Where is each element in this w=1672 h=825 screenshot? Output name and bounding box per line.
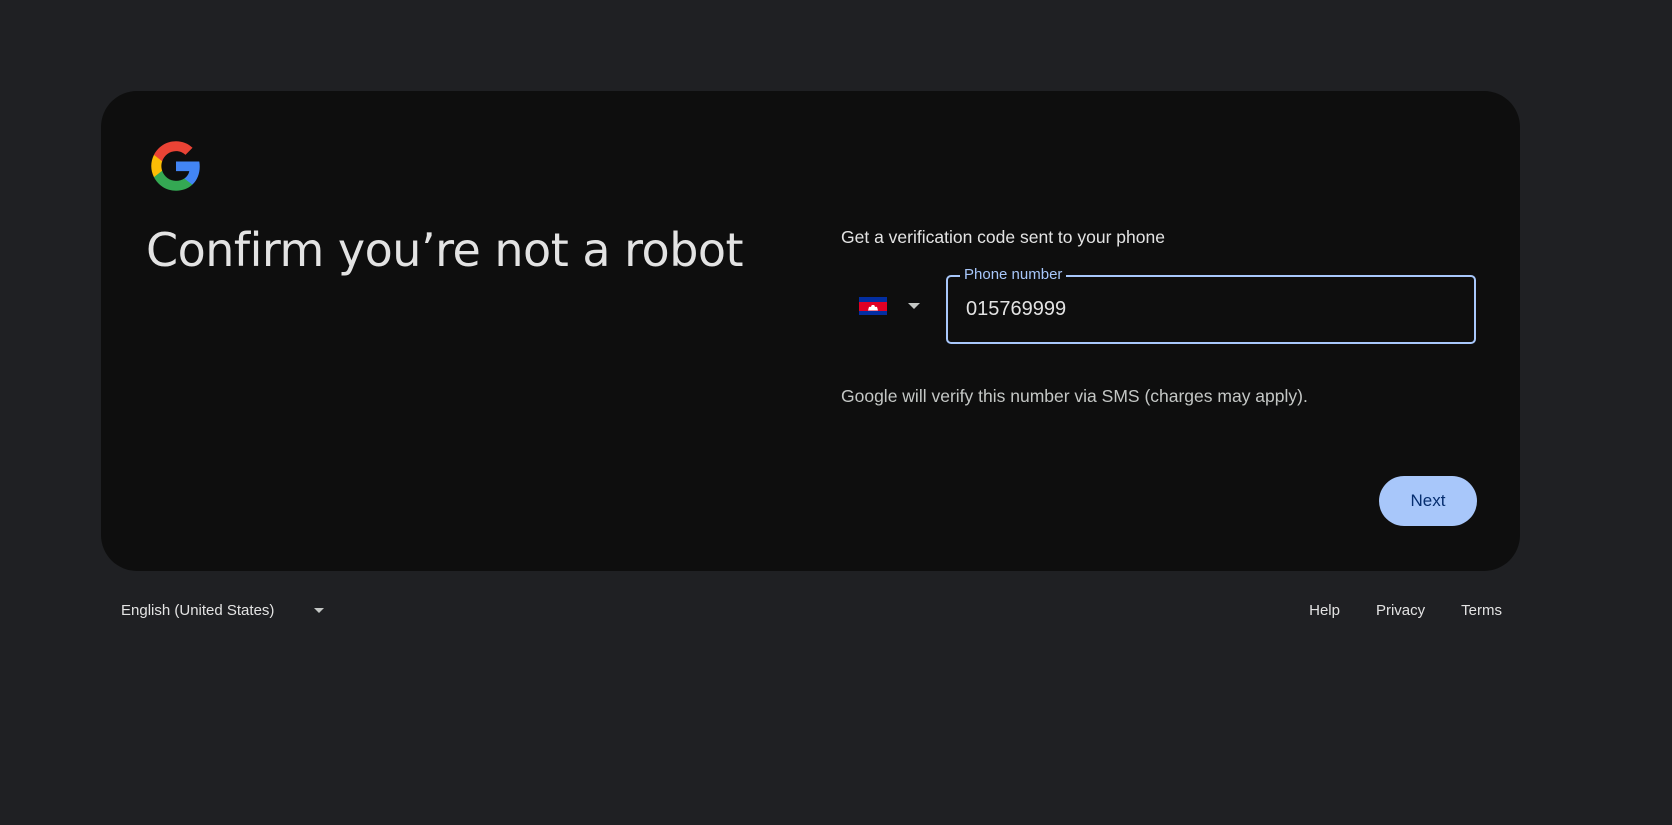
- terms-link[interactable]: Terms: [1461, 602, 1502, 619]
- help-link[interactable]: Help: [1309, 602, 1340, 619]
- footer-links: Help Privacy Terms: [1309, 602, 1502, 619]
- chevron-down-icon: [314, 608, 325, 613]
- signin-card: Confirm you’re not a robot Get a verific…: [101, 91, 1520, 571]
- verification-subtitle: Get a verification code sent to your pho…: [841, 227, 1165, 247]
- google-logo-icon: [151, 141, 200, 191]
- phone-number-field[interactable]: Phone number: [946, 266, 1476, 344]
- privacy-link[interactable]: Privacy: [1376, 602, 1425, 619]
- language-label: English (United States): [121, 602, 275, 619]
- language-selector[interactable]: English (United States): [121, 602, 325, 619]
- verification-section: Get a verification code sent to your pho…: [841, 91, 1481, 571]
- sms-charges-note: Google will verify this number via SMS (…: [841, 386, 1308, 406]
- cambodia-flag-icon: [859, 297, 887, 315]
- phone-number-input[interactable]: [966, 277, 1446, 342]
- footer: English (United States) Help Privacy Ter…: [101, 590, 1520, 630]
- chevron-down-icon: [908, 303, 920, 309]
- country-code-select[interactable]: [859, 286, 929, 326]
- page-title: Confirm you’re not a robot: [146, 223, 744, 277]
- next-button[interactable]: Next: [1379, 476, 1477, 526]
